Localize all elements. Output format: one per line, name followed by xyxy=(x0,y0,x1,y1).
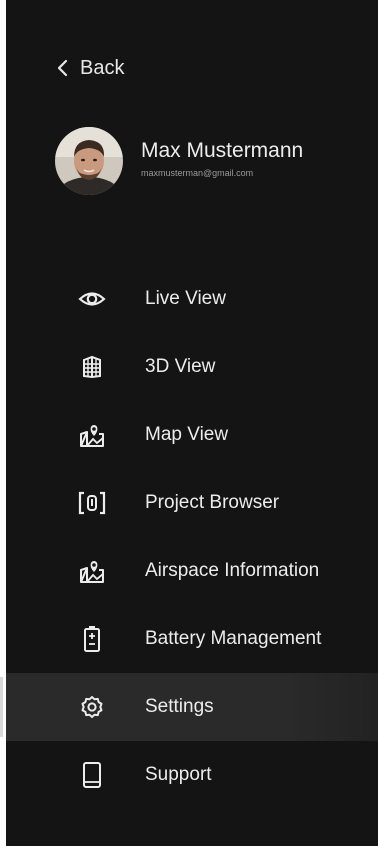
gear-icon xyxy=(78,693,106,721)
menu-item-live-view[interactable]: Live View xyxy=(6,265,378,333)
menu-item-map-view[interactable]: Map View xyxy=(6,401,378,469)
menu-item-support[interactable]: Support xyxy=(6,741,378,809)
building-3d-icon xyxy=(78,353,106,381)
menu-item-label: Map View xyxy=(145,424,229,445)
tablet-icon xyxy=(78,761,106,789)
menu-item-label: Settings xyxy=(145,696,214,717)
menu-item-settings[interactable]: Settings xyxy=(0,673,378,741)
navigation-menu: Live View 3D View Map View Project Brows… xyxy=(0,265,378,809)
back-label: Back xyxy=(80,56,125,79)
menu-item-airspace-information[interactable]: Airspace Information xyxy=(6,537,378,605)
user-name: Max Mustermann xyxy=(141,139,304,162)
menu-item-label: Project Browser xyxy=(145,492,280,513)
menu-item-label: Airspace Information xyxy=(145,560,320,581)
menu-item-label: Battery Management xyxy=(145,628,322,649)
chevron-left-icon xyxy=(56,58,70,78)
menu-item-battery-management[interactable]: Battery Management xyxy=(6,605,378,673)
folder-icon xyxy=(78,489,106,517)
profile-text: Max Mustermann maxmusterman@gmail.com xyxy=(141,138,303,180)
menu-item-3d-view[interactable]: 3D View xyxy=(6,333,378,401)
user-email: maxmusterman@gmail.com xyxy=(141,168,254,178)
menu-item-label: Support xyxy=(145,764,212,785)
battery-icon xyxy=(78,625,106,653)
eye-icon xyxy=(78,285,106,313)
map-pin-icon xyxy=(78,421,106,449)
menu-item-label: Live View xyxy=(145,288,226,309)
map-pin-icon xyxy=(78,557,106,585)
avatar xyxy=(55,127,123,195)
menu-item-label: 3D View xyxy=(145,356,216,377)
user-profile[interactable]: Max Mustermann maxmusterman@gmail.com xyxy=(55,127,303,195)
side-menu-panel: Back Max Mustermann maxmusterman@gmail.c… xyxy=(0,0,378,846)
menu-item-project-browser[interactable]: Project Browser xyxy=(6,469,378,537)
back-button[interactable]: Back xyxy=(56,52,124,84)
